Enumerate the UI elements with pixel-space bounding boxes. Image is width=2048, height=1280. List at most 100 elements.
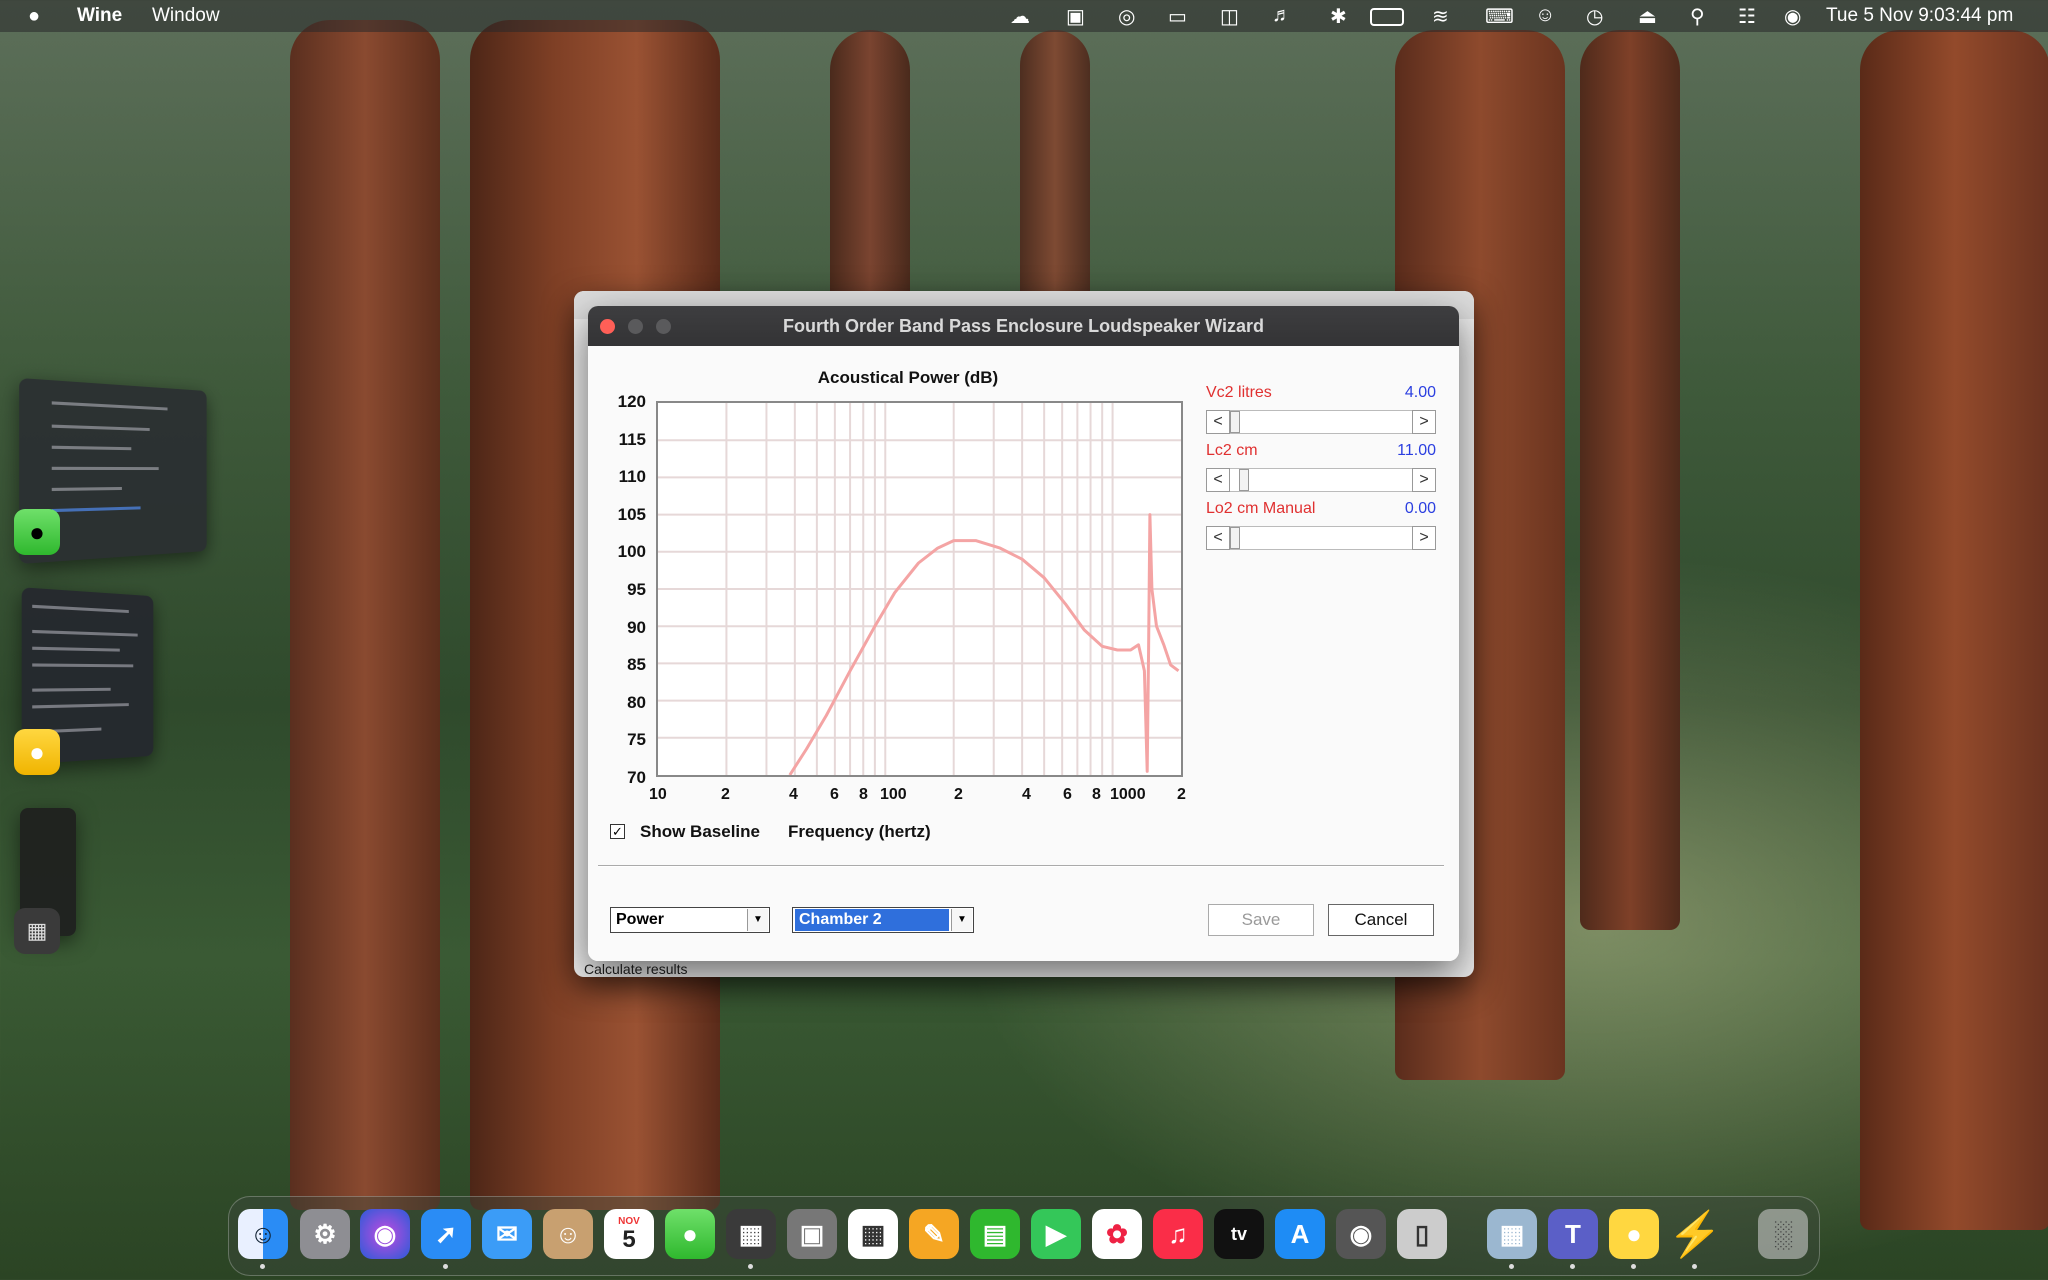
chart-title: Acoustical Power (dB) — [817, 368, 999, 387]
y-tick-label: 115 — [618, 430, 646, 449]
scroll-right-button[interactable]: > — [1412, 526, 1436, 550]
tips-dock-icon[interactable]: ● — [1609, 1209, 1659, 1259]
apple-menu-icon[interactable]: ● — [28, 5, 40, 28]
cloud-icon[interactable]: ☁ — [1010, 4, 1030, 29]
preview-icon[interactable]: ▦ — [1487, 1209, 1537, 1259]
safari-icon[interactable]: ➚ — [421, 1209, 471, 1259]
scroll-left-button[interactable]: < — [1206, 410, 1230, 434]
mode-dropdown[interactable]: Power ▼ — [610, 907, 770, 933]
airdrop-icon[interactable]: ◎ — [1118, 4, 1135, 29]
save-button[interactable]: Save — [1208, 904, 1314, 936]
calendar-icon[interactable]: NOV 5 — [604, 1209, 654, 1259]
param-lo2-scrollbar[interactable]: < > — [1206, 526, 1436, 552]
bluetooth-icon[interactable]: ✱ — [1330, 4, 1347, 29]
chamber-dropdown[interactable]: Chamber 2 ▼ — [792, 907, 974, 933]
display-icon[interactable]: ▭ — [1168, 4, 1187, 29]
search-icon[interactable]: ⚲ — [1690, 4, 1705, 29]
mail-icon[interactable]: ✉ — [482, 1209, 532, 1259]
scroll-track[interactable] — [1230, 526, 1412, 550]
param-vc2-scrollbar[interactable]: < > — [1206, 410, 1436, 436]
siri-app-icon[interactable]: ◉ — [360, 1209, 410, 1259]
scroll-left-button[interactable]: < — [1206, 468, 1230, 492]
chevron-down-icon[interactable]: ▼ — [951, 909, 972, 931]
scroll-right-button[interactable]: > — [1412, 410, 1436, 434]
mode-dropdown-value: Power — [616, 911, 665, 928]
siri-icon[interactable]: ◉ — [1784, 4, 1801, 29]
x-tick-label: 8 — [1092, 786, 1101, 803]
scroll-track[interactable] — [1230, 468, 1412, 492]
wifi-icon[interactable]: ≋ — [1432, 4, 1449, 29]
scroll-thumb[interactable] — [1230, 527, 1240, 549]
user-icon[interactable]: ☺ — [1535, 4, 1555, 27]
messages-app-icon[interactable]: ● — [14, 509, 60, 555]
dialog-titlebar[interactable]: Fourth Order Band Pass Enclosure Loudspe… — [588, 306, 1459, 346]
pages-icon[interactable]: ✎ — [909, 1209, 959, 1259]
launchpad-icon[interactable]: ▣ — [787, 1209, 837, 1259]
y-tick-label: 95 — [627, 580, 646, 599]
param-vc2-label: Vc2 litres — [1206, 384, 1272, 401]
calculate-results-button[interactable]: Calculate results — [584, 961, 688, 977]
param-lc2-label: Lc2 cm — [1206, 442, 1258, 459]
y-tick-label: 120 — [617, 392, 646, 411]
scroll-right-button[interactable]: > — [1412, 468, 1436, 492]
cancel-button[interactable]: Cancel — [1328, 904, 1434, 936]
x-tick-label: 2 — [954, 786, 963, 803]
finder-icon[interactable]: ☺ — [238, 1209, 288, 1259]
keyboard-icon[interactable]: ⌨ — [1485, 4, 1514, 29]
x-tick-label: 100 — [880, 786, 907, 803]
running-indicator — [443, 1264, 448, 1269]
apple-tv-icon[interactable]: tv — [1214, 1209, 1264, 1259]
y-tick-label: 75 — [627, 730, 646, 749]
contacts-icon[interactable]: ☺ — [543, 1209, 593, 1259]
param-lo2-value: 0.00 — [1404, 500, 1436, 517]
menu-window[interactable]: Window — [152, 5, 220, 27]
photos-icon[interactable]: ✿ — [1092, 1209, 1142, 1259]
app-store-icon[interactable]: A — [1275, 1209, 1325, 1259]
music-icon[interactable]: ♫ — [1153, 1209, 1203, 1259]
show-baseline-checkbox[interactable]: ✓ — [610, 824, 625, 839]
x-tick-label: 10 — [649, 786, 667, 803]
clock-icon[interactable]: ◷ — [1586, 4, 1603, 29]
facetime-icon[interactable]: ▶ — [1031, 1209, 1081, 1259]
menu-app-name[interactable]: Wine — [77, 5, 122, 27]
x-tick-label: 6 — [830, 786, 839, 803]
numbers-icon[interactable]: ▤ — [970, 1209, 1020, 1259]
lightning-app-icon[interactable]: ⚡ — [1668, 1209, 1723, 1259]
scroll-track[interactable] — [1230, 410, 1412, 434]
battery-icon[interactable] — [1370, 8, 1404, 26]
trash-icon[interactable]: ░ — [1758, 1209, 1808, 1259]
x-tick-label: 8 — [859, 786, 868, 803]
scroll-left-button[interactable]: < — [1206, 526, 1230, 550]
screenshot-icon[interactable]: ◉ — [1336, 1209, 1386, 1259]
eject-icon[interactable]: ⏏ — [1638, 4, 1657, 29]
show-baseline-label[interactable]: Show Baseline — [640, 822, 760, 842]
chevron-down-icon[interactable]: ▼ — [747, 909, 768, 931]
calendar-day: 5 — [622, 1226, 636, 1253]
x-tick-label: 1000 — [1110, 786, 1146, 803]
scroll-thumb[interactable] — [1239, 469, 1249, 491]
param-vc2-value: 4.00 — [1404, 384, 1436, 401]
chart-svg — [658, 403, 1181, 775]
running-indicator — [1631, 1264, 1636, 1269]
y-tick-label: 105 — [617, 505, 646, 524]
calculator-icon[interactable]: ▦ — [726, 1209, 776, 1259]
wizard-dialog: Fourth Order Band Pass Enclosure Loudspe… — [588, 306, 1459, 961]
x-tick-label: 2 — [721, 786, 730, 803]
volume-icon[interactable]: ♬ — [1272, 4, 1292, 27]
menubar-datetime[interactable]: Tue 5 Nov 9:03:44 pm — [1826, 5, 2013, 27]
tips-app-icon[interactable]: ● — [14, 729, 60, 775]
running-indicator — [1692, 1264, 1697, 1269]
bed-icon[interactable]: ▣ — [1066, 4, 1085, 29]
window-icon[interactable]: ◫ — [1220, 4, 1239, 29]
param-lc2-scrollbar[interactable]: < > — [1206, 468, 1436, 494]
y-tick-label: 100 — [617, 542, 646, 561]
calculator-app-icon[interactable]: ▦ — [14, 908, 60, 954]
grid-app-icon[interactable]: ▦ — [848, 1209, 898, 1259]
system-settings-icon[interactable]: ⚙ — [300, 1209, 350, 1259]
scroll-thumb[interactable] — [1230, 411, 1240, 433]
teams-icon[interactable]: T — [1548, 1209, 1598, 1259]
control-center-icon[interactable]: ☷ — [1738, 4, 1756, 29]
messages-icon[interactable]: ● — [665, 1209, 715, 1259]
dialog-body: Acoustical Power (dB) 120 115 110 105 10… — [588, 346, 1459, 961]
iphone-mirroring-icon[interactable]: ▯ — [1397, 1209, 1447, 1259]
